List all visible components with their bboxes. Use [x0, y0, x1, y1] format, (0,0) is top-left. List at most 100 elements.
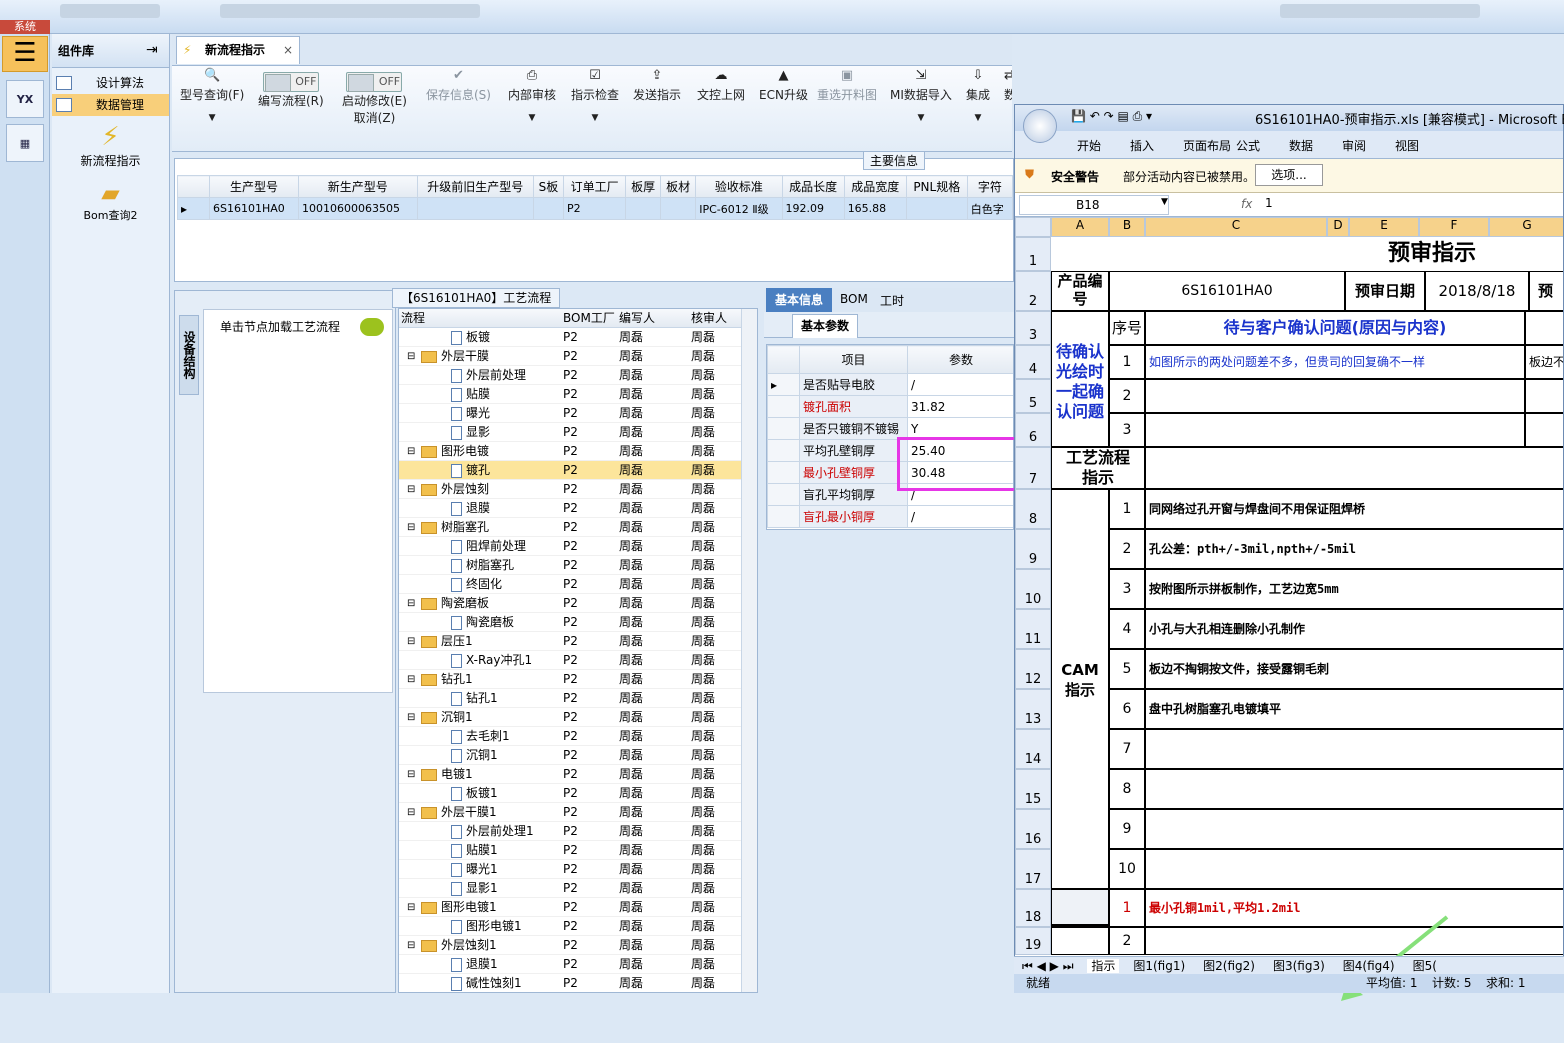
pin-icon[interactable]: ⇥: [146, 42, 158, 58]
tree-row[interactable]: 显影 P2 周磊 周磊: [399, 423, 757, 442]
tab-basic-params[interactable]: 基本参数: [792, 314, 859, 338]
param-value[interactable]: /: [907, 505, 1013, 528]
row-header[interactable]: 2: [1015, 271, 1051, 311]
tree-row[interactable]: X-Ray冲孔1 P2 周磊 周磊: [399, 651, 757, 670]
cell[interactable]: 小孔与大孔相连删除小孔制作: [1145, 609, 1563, 649]
col-header[interactable]: PNL规格: [905, 175, 968, 198]
col-header[interactable]: F: [1419, 217, 1489, 237]
cell[interactable]: [1145, 447, 1563, 489]
tree-row[interactable]: 镀孔 P2 周磊 周磊: [399, 461, 757, 480]
tab-basic-info[interactable]: 基本信息: [766, 288, 832, 312]
title-cell[interactable]: 预审指示: [1109, 237, 1563, 271]
sheet-nav-icons[interactable]: ⏮ ◀ ▶ ⏭: [1022, 959, 1074, 973]
start-modify-toggle[interactable]: OFF 启动修改(E) 取消(Z): [342, 72, 407, 126]
cell[interactable]: 4: [1109, 609, 1145, 649]
ribbon-tab[interactable]: 公式: [1236, 137, 1260, 154]
param-row[interactable]: ▸ 是否贴导电胶 /: [767, 373, 1013, 396]
tree-row[interactable]: ⊟ 沉铜1 P2 周磊 周磊: [399, 708, 757, 727]
param-row[interactable]: 盲孔最小铜厚 /: [767, 505, 1013, 528]
col-header[interactable]: 新生产型号: [297, 175, 418, 198]
tree-row[interactable]: 沉铜1 P2 周磊 周磊: [399, 746, 757, 765]
ribbon-tab[interactable]: 视图: [1395, 137, 1419, 154]
cell[interactable]: 8: [1109, 769, 1145, 809]
row-header[interactable]: 6: [1015, 413, 1051, 447]
new-flow-tool[interactable]: ⚡ 新流程指示: [52, 122, 169, 169]
formula-input[interactable]: 1: [1265, 196, 1273, 210]
cell[interactable]: [1525, 379, 1563, 413]
tree-row[interactable]: ⊟ 层压1 P2 周磊 周磊: [399, 632, 757, 651]
sheet-tab[interactable]: 图2(fig2): [1199, 959, 1259, 973]
collapse-toggle-icon[interactable]: ⊟: [407, 803, 415, 822]
cell[interactable]: 白色字: [966, 197, 1014, 220]
sheet-tab[interactable]: 图3(fig3): [1269, 959, 1329, 973]
col-header[interactable]: G: [1489, 217, 1563, 237]
tree-row[interactable]: ⊟ 陶瓷磨板 P2 周磊 周磊: [399, 594, 757, 613]
tree-row[interactable]: 板镀1 P2 周磊 周磊: [399, 784, 757, 803]
collapse-toggle-icon[interactable]: ⊟: [407, 518, 415, 537]
row-header[interactable]: 15: [1015, 769, 1051, 809]
param-value[interactable]: 31.82: [907, 395, 1013, 418]
tree-row[interactable]: 树脂塞孔 P2 周磊 周磊: [399, 556, 757, 575]
tree-row[interactable]: ⊟ 外层干膜 P2 周磊 周磊: [399, 347, 757, 366]
row-header[interactable]: 3: [1015, 311, 1051, 345]
tab-worktime[interactable]: 工时: [880, 292, 904, 309]
collapse-toggle-icon[interactable]: ⊟: [407, 898, 415, 917]
cell[interactable]: [1109, 413, 1563, 447]
cell[interactable]: [1145, 849, 1563, 889]
integration-button[interactable]: ⇩ 集成 ▼: [966, 66, 990, 123]
row-header[interactable]: 5: [1015, 379, 1051, 413]
menu-icon[interactable]: ☰: [2, 36, 48, 72]
param-row[interactable]: 镀孔面积 31.82: [767, 395, 1013, 418]
cell[interactable]: 2: [1109, 927, 1145, 955]
data-compare-button[interactable]: ⇄ 数据对比: [1004, 66, 1012, 103]
cell[interactable]: 2: [1109, 379, 1145, 413]
cell[interactable]: 盘中孔树脂塞孔电镀填平: [1145, 689, 1563, 729]
cell[interactable]: [1145, 809, 1563, 849]
tree-row[interactable]: ⊟ 外层干膜1 P2 周磊 周磊: [399, 803, 757, 822]
cell[interactable]: [660, 197, 697, 220]
tree-row[interactable]: ⊟ 钻孔1 P2 周磊 周磊: [399, 670, 757, 689]
col-header[interactable]: 升级前旧生产型号: [416, 175, 534, 198]
cell[interactable]: 192.09: [781, 197, 845, 220]
col-header[interactable]: 验收标准: [695, 175, 783, 198]
cell[interactable]: 3: [1109, 569, 1145, 609]
lib-item-data-management[interactable]: 数据管理: [52, 94, 169, 116]
col-header[interactable]: B: [1109, 217, 1145, 237]
param-value[interactable]: /: [907, 373, 1013, 396]
options-button[interactable]: 选项...: [1255, 164, 1323, 186]
tree-row[interactable]: 显影1 P2 周磊 周磊: [399, 879, 757, 898]
toggle-switch[interactable]: OFF: [346, 72, 403, 92]
row-header[interactable]: 1: [1015, 237, 1051, 271]
row-header[interactable]: 9: [1015, 529, 1051, 569]
tree-row[interactable]: ⊟ 图形电镀1 P2 周磊 周磊: [399, 898, 757, 917]
cell[interactable]: [1145, 379, 1525, 413]
row-header[interactable]: 18: [1015, 889, 1051, 927]
ribbon-tab[interactable]: 开始: [1077, 137, 1101, 154]
collapse-toggle-icon[interactable]: ⊟: [407, 442, 415, 461]
save-info-button[interactable]: ✔ 保存信息(S): [426, 66, 491, 103]
cell[interactable]: P2: [562, 197, 627, 220]
write-flow-toggle[interactable]: OFF 编写流程(R): [258, 72, 324, 109]
send-instruction-button[interactable]: ⇪ 发送指示: [633, 66, 681, 103]
cell[interactable]: 产品编号: [1051, 271, 1109, 311]
tree-row[interactable]: 外层前处理1 P2 周磊 周磊: [399, 822, 757, 841]
tree-row[interactable]: 板镀 P2 周磊 周磊: [399, 328, 757, 347]
tree-row[interactable]: ⊟ 外层蚀刻1 P2 周磊 周磊: [399, 936, 757, 955]
collapse-toggle-icon[interactable]: ⊟: [407, 347, 415, 366]
cell[interactable]: [1525, 311, 1563, 345]
sheet-tab[interactable]: 图5(: [1409, 959, 1441, 973]
col-header[interactable]: 字符: [966, 175, 1014, 198]
cell[interactable]: [1145, 729, 1563, 769]
collapse-toggle-icon[interactable]: ⊟: [407, 708, 415, 727]
cell[interactable]: [1051, 927, 1109, 955]
collapse-toggle-icon[interactable]: ⊟: [407, 670, 415, 689]
collapse-toggle-icon[interactable]: ⊟: [407, 936, 415, 955]
cell[interactable]: [1051, 889, 1109, 927]
cell[interactable]: 2: [1109, 529, 1145, 569]
tree-row[interactable]: 碱性蚀刻1 P2 周磊 周磊: [399, 974, 757, 992]
tree-row[interactable]: 曝光 P2 周磊 周磊: [399, 404, 757, 423]
tree-row[interactable]: 贴膜 P2 周磊 周磊: [399, 385, 757, 404]
cell[interactable]: 工艺流程指示: [1051, 447, 1145, 489]
calendar-icon[interactable]: ▦: [6, 124, 44, 162]
quick-access-icons[interactable]: 💾 ↶ ↷ ▤ ⎙ ▾: [1071, 109, 1152, 124]
